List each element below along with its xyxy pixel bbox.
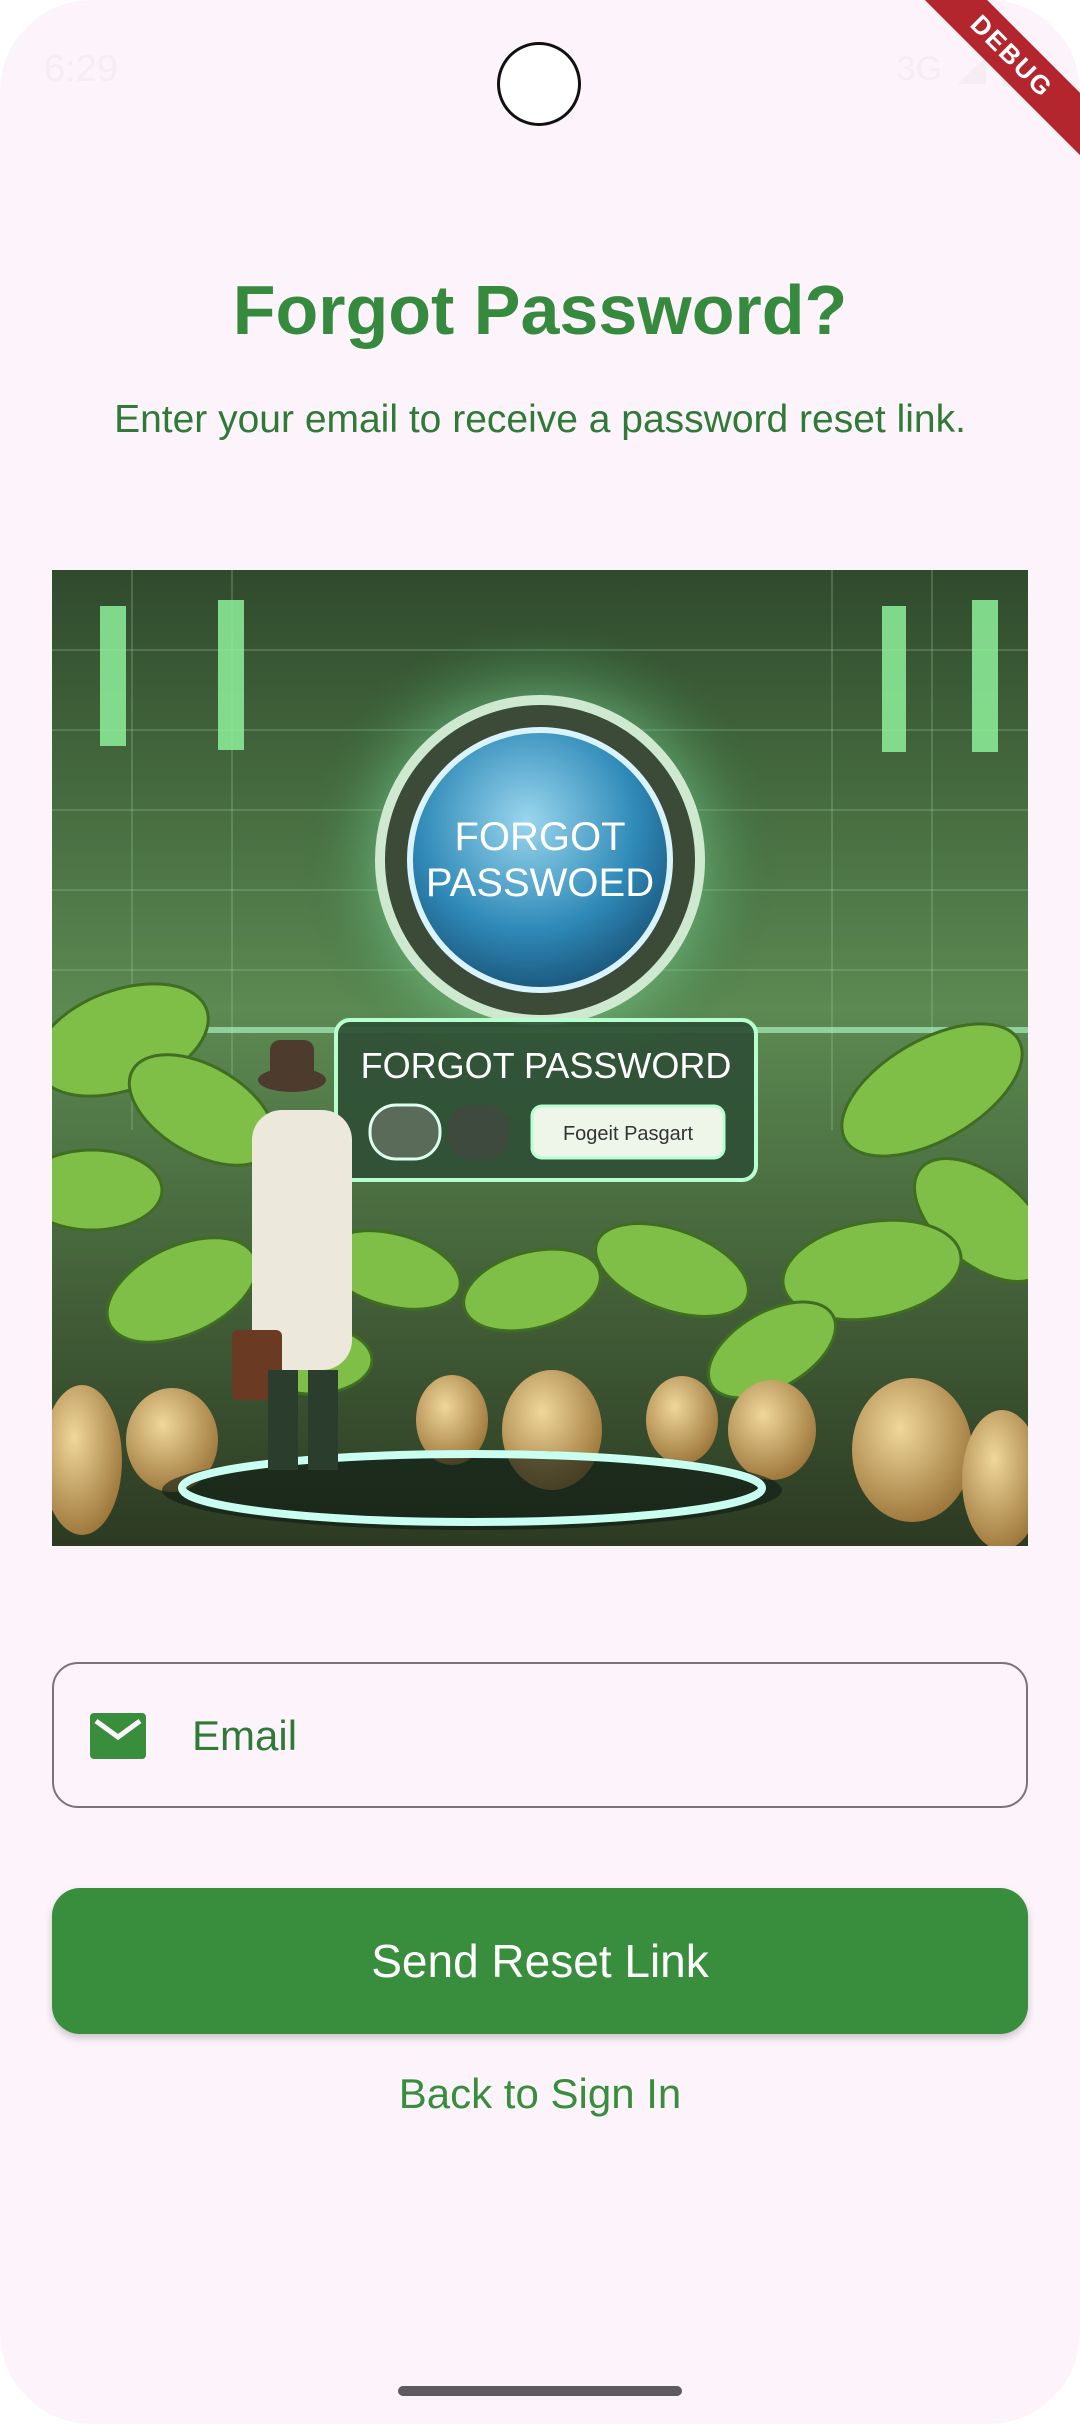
email-field[interactable]: Email bbox=[52, 1662, 1028, 1808]
home-indicator[interactable] bbox=[398, 2386, 682, 2396]
orb-text-line2: PASSWOED bbox=[426, 861, 654, 905]
camera-cutout bbox=[497, 42, 581, 126]
page-title: Forgot Password? bbox=[232, 271, 848, 349]
network-type: 3G bbox=[896, 50, 942, 88]
hero-illustration: FORGOT PASSWOED FORGOT PASSWORD Fogeit P… bbox=[52, 570, 1028, 1546]
email-placeholder: Email bbox=[192, 1712, 298, 1759]
status-bar: 6:29 3G DEBUG bbox=[0, 0, 1080, 164]
status-time: 6:29 bbox=[44, 48, 118, 90]
app-screen: 6:29 3G DEBUG Forgot Password? Enter you… bbox=[0, 0, 1080, 2424]
panel-title-text: FORGOT PASSWORD bbox=[361, 1045, 732, 1086]
orb-text-line1: FORGOT bbox=[454, 815, 625, 859]
back-to-sign-in-link[interactable]: Back to Sign In bbox=[0, 2070, 1080, 2118]
page-subtitle: Enter your email to receive a password r… bbox=[114, 398, 966, 441]
mail-icon bbox=[90, 1713, 146, 1759]
panel-field-text: Fogeit Pasgart bbox=[563, 1123, 694, 1145]
send-reset-link-button[interactable]: Send Reset Link bbox=[52, 1888, 1028, 2034]
